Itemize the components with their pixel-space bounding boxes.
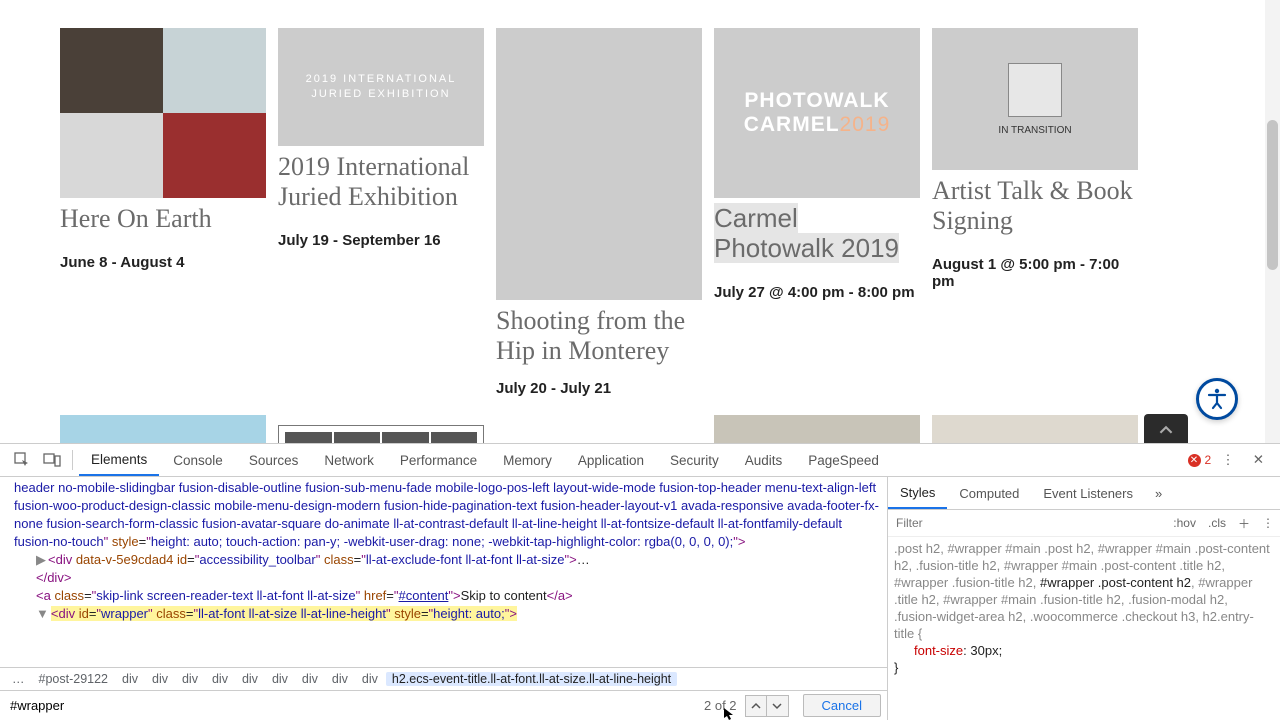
tab-performance[interactable]: Performance xyxy=(388,446,489,475)
scrollbar-thumb[interactable] xyxy=(1267,120,1278,270)
inspect-icon xyxy=(14,452,30,468)
error-icon: ✕ xyxy=(1188,454,1201,467)
dom-tree[interactable]: header no-mobile-slidingbar fusion-disab… xyxy=(0,477,887,667)
find-in-dom-bar: 2 of 2 Cancel xyxy=(0,690,887,720)
events-row-2 xyxy=(0,397,1280,443)
event-date: August 1 @ 5:00 pm - 7:00 pm xyxy=(932,256,1138,290)
chevron-up-icon xyxy=(751,701,761,711)
find-next-button[interactable] xyxy=(767,695,789,717)
styles-panel: Styles Computed Event Listeners » :hov .… xyxy=(888,477,1280,720)
tab-security[interactable]: Security xyxy=(658,446,731,475)
event-card[interactable]: PHOTOWALK CARMEL2019 Carmel Photowalk 20… xyxy=(714,28,920,397)
tab-memory[interactable]: Memory xyxy=(491,446,564,475)
event-thumbnail[interactable]: IN TRANSITION xyxy=(932,28,1138,170)
css-rules[interactable]: .post h2, #wrapper #main .post h2, #wrap… xyxy=(888,537,1280,720)
event-card[interactable]: 2019 INTERNATIONAL JURIED EXHIBITION 201… xyxy=(278,28,484,397)
accessibility-icon xyxy=(1205,387,1229,411)
event-date: June 8 - August 4 xyxy=(60,254,266,271)
devtools-panel: Elements Console Sources Network Perform… xyxy=(0,443,1280,720)
devtools-tabbar: Elements Console Sources Network Perform… xyxy=(0,444,1280,477)
devtools-close-button[interactable]: ✕ xyxy=(1245,452,1272,468)
event-thumbnail[interactable] xyxy=(496,28,702,300)
spacer xyxy=(496,415,702,443)
event-title[interactable]: Here On Earth xyxy=(60,204,266,234)
elements-panel: header no-mobile-slidingbar fusion-disab… xyxy=(0,477,888,720)
tab-elements[interactable]: Elements xyxy=(79,445,159,476)
event-thumbnail[interactable]: 2019 INTERNATIONAL JURIED EXHIBITION xyxy=(278,28,484,146)
find-input[interactable] xyxy=(6,694,696,717)
error-count[interactable]: ✕2 xyxy=(1188,453,1212,467)
chevron-up-icon xyxy=(1159,423,1173,437)
event-card[interactable]: IN TRANSITION Artist Talk & Book Signing… xyxy=(932,28,1138,397)
tab-application[interactable]: Application xyxy=(566,446,656,475)
event-card[interactable]: Here On Earth June 8 - August 4 xyxy=(60,28,266,397)
event-thumbnail[interactable] xyxy=(714,415,920,443)
styles-more-button[interactable]: ⋮ xyxy=(1256,516,1280,530)
event-title[interactable]: Carmel Photowalk 2019 xyxy=(714,204,920,264)
styles-filter-bar: :hov .cls ＋ ⋮ xyxy=(888,510,1280,537)
event-title[interactable]: 2019 International Juried Exhibition xyxy=(278,152,484,212)
event-date: July 20 - July 21 xyxy=(496,380,702,397)
event-thumbnail[interactable] xyxy=(932,415,1138,443)
tab-console[interactable]: Console xyxy=(161,446,235,475)
find-prev-button[interactable] xyxy=(745,695,767,717)
more-tabs-button[interactable]: » xyxy=(1145,486,1172,501)
event-thumbnail[interactable] xyxy=(60,415,266,443)
device-toolbar-button[interactable] xyxy=(38,452,66,468)
styles-filter-input[interactable] xyxy=(888,512,1167,534)
event-date: July 19 - September 16 xyxy=(278,232,484,249)
tab-pagespeed[interactable]: PageSpeed xyxy=(796,446,891,475)
event-thumbnail[interactable]: PHOTOWALK CARMEL2019 xyxy=(714,28,920,198)
tab-styles[interactable]: Styles xyxy=(888,478,947,509)
tab-event-listeners[interactable]: Event Listeners xyxy=(1031,479,1145,508)
event-thumbnail[interactable] xyxy=(278,425,484,443)
chevron-down-icon xyxy=(772,701,782,711)
event-card[interactable]: Shooting from the Hip in Monterey July 2… xyxy=(496,28,702,397)
inspect-element-button[interactable] xyxy=(8,452,36,468)
dom-breadcrumb[interactable]: … #post-29122 div div div div div div di… xyxy=(0,667,887,690)
page-scrollbar[interactable] xyxy=(1265,0,1280,443)
event-title[interactable]: Shooting from the Hip in Monterey xyxy=(496,306,702,366)
tab-audits[interactable]: Audits xyxy=(733,446,795,475)
event-thumbnail[interactable] xyxy=(60,28,266,198)
device-icon xyxy=(43,452,61,468)
tab-computed[interactable]: Computed xyxy=(947,479,1031,508)
accessibility-button[interactable] xyxy=(1196,378,1238,420)
tab-sources[interactable]: Sources xyxy=(237,446,311,475)
events-row-1: Here On Earth June 8 - August 4 2019 INT… xyxy=(0,0,1280,397)
find-cancel-button[interactable]: Cancel xyxy=(803,694,881,717)
cls-button[interactable]: .cls xyxy=(1202,516,1232,530)
scroll-to-top-button[interactable] xyxy=(1144,414,1188,446)
devtools-menu-button[interactable]: ⋮ xyxy=(1213,452,1243,468)
new-rule-button[interactable]: ＋ xyxy=(1232,515,1256,532)
event-title[interactable]: Artist Talk & Book Signing xyxy=(932,176,1138,236)
page-content: Here On Earth June 8 - August 4 2019 INT… xyxy=(0,0,1280,443)
find-count: 2 of 2 xyxy=(696,698,745,713)
tab-network[interactable]: Network xyxy=(312,446,386,475)
hov-button[interactable]: :hov xyxy=(1167,516,1202,530)
styles-tabbar: Styles Computed Event Listeners » xyxy=(888,477,1280,510)
mouse-cursor-icon xyxy=(724,708,736,720)
event-date: July 27 @ 4:00 pm - 8:00 pm xyxy=(714,284,920,301)
